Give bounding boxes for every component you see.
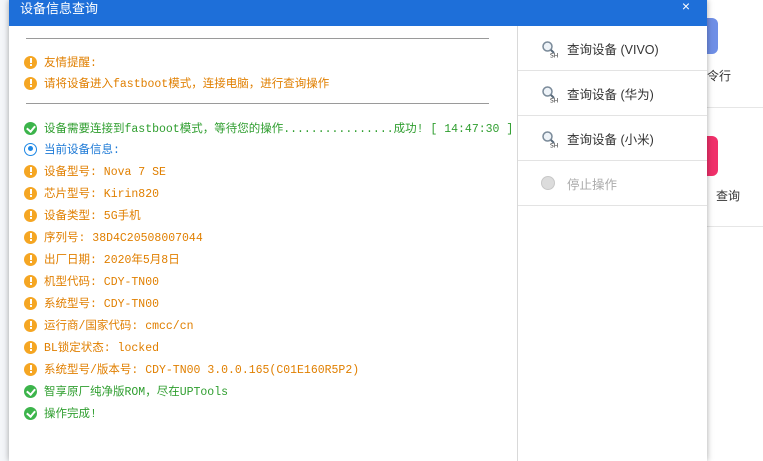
warning-icon [24, 230, 37, 244]
log-panel: 友情提醒: 请将设备进入fastboot模式，连接电脑，进行查询操作设备需要连接到… [9, 26, 517, 461]
warning-icon [24, 274, 37, 288]
search-sh-icon: SH [542, 131, 558, 149]
warning-icon [24, 252, 37, 266]
log-line: 请将设备进入fastboot模式，连接电脑，进行查询操作 [24, 72, 329, 94]
log-line: 友情提醒: [24, 51, 97, 73]
query-xiaomi-label: 查询设备 (小米) [567, 132, 654, 147]
check-circle-icon [24, 406, 37, 420]
log-text: 机型代码: CDY-TN00 [44, 276, 160, 289]
device-info-dialog: 设备信息查询 × 友情提醒: 请将设备进入fastboot模式，连接电脑，进行查询… [9, 0, 707, 461]
warning-icon [24, 362, 37, 376]
svg-text:SH: SH [550, 53, 558, 59]
query-vivo-label: 查询设备 (VIVO) [567, 42, 659, 57]
log-text: 友情提醒: [44, 57, 97, 70]
log-line: 序列号: 38D4C20508007044 [24, 226, 203, 248]
background-divider [706, 226, 763, 227]
log-line: 设备型号: Nova 7 SE [24, 160, 166, 182]
info-circle-icon [24, 142, 37, 156]
svg-text:SH: SH [550, 143, 558, 149]
log-text: 设备型号: Nova 7 SE [44, 166, 166, 179]
log-text: 智享原厂纯净版ROM，尽在UPTools [44, 386, 229, 399]
log-text: 设备需要连接到fastboot模式，等待您的操作................… [44, 123, 514, 136]
log-text: 芯片型号: Kirin820 [44, 188, 160, 201]
log-text: 系统型号/版本号: CDY-TN00 3.0.0.165(C01E160R5P2… [44, 364, 360, 377]
dialog-titlebar[interactable]: 设备信息查询 × [9, 0, 707, 26]
query-vivo-button[interactable]: SH 查询设备 (VIVO) [518, 26, 707, 71]
log-text: 出厂日期: 2020年5月8日 [44, 254, 180, 267]
close-button[interactable]: × [675, 0, 697, 14]
stop-button[interactable]: 停止操作 [518, 161, 707, 206]
log-line: BL锁定状态: locked [24, 336, 159, 358]
warning-icon [24, 164, 37, 178]
stop-label: 停止操作 [567, 177, 618, 192]
log-text: BL锁定状态: locked [44, 342, 160, 355]
log-text: 设备类型: 5G手机 [44, 210, 141, 223]
check-circle-icon [24, 384, 37, 398]
background-divider [706, 107, 763, 108]
warning-icon [24, 186, 37, 200]
query-huawei-button[interactable]: SH 查询设备 (华为) [518, 71, 707, 116]
log-line: 系统型号/版本号: CDY-TN00 3.0.0.165(C01E160R5P2… [24, 358, 359, 380]
check-circle-icon [24, 121, 37, 135]
warning-icon [24, 318, 37, 332]
svg-text:SH: SH [550, 98, 558, 104]
search-sh-icon: SH [542, 86, 558, 104]
log-text: 序列号: 38D4C20508007044 [44, 232, 203, 245]
query-huawei-label: 查询设备 (华为) [567, 87, 654, 102]
warning-icon [24, 208, 37, 222]
dialog-title: 设备信息查询 [20, 1, 99, 16]
action-panel: SH 查询设备 (VIVO) SH 查询设备 (华为) SH 查询设备 (小米)… [518, 26, 707, 461]
background-label-1: 令行 [707, 69, 732, 83]
warning-icon [24, 76, 37, 90]
log-line: 操作完成! [24, 402, 97, 424]
log-line: 系统型号: CDY-TN00 [24, 292, 159, 314]
log-line: 运行商/国家代码: cmcc/cn [24, 314, 194, 336]
log-text: 当前设备信息: [44, 144, 120, 157]
background-label-2: 查询 [716, 189, 741, 203]
log-line: 出厂日期: 2020年5月8日 [24, 248, 180, 270]
log-separator [26, 38, 489, 39]
log-text: 系统型号: CDY-TN00 [44, 298, 160, 311]
log-line: 设备需要连接到fastboot模式，等待您的操作................… [24, 117, 513, 139]
log-line: 智享原厂纯净版ROM，尽在UPTools [24, 380, 228, 402]
log-separator [26, 103, 489, 104]
log-text: 请将设备进入fastboot模式，连接电脑，进行查询操作 [44, 78, 330, 91]
log-text: 运行商/国家代码: cmcc/cn [44, 320, 194, 333]
log-line: 当前设备信息: [24, 138, 120, 160]
warning-icon [24, 296, 37, 310]
log-line: 芯片型号: Kirin820 [24, 182, 159, 204]
warning-icon [24, 55, 37, 69]
query-xiaomi-button[interactable]: SH 查询设备 (小米) [518, 116, 707, 161]
log-text: 操作完成! [44, 408, 97, 421]
warning-icon [24, 340, 37, 354]
search-sh-icon: SH [542, 41, 558, 59]
log-line: 设备类型: 5G手机 [24, 204, 141, 226]
log-line: 机型代码: CDY-TN00 [24, 270, 159, 292]
stop-icon [541, 176, 555, 190]
